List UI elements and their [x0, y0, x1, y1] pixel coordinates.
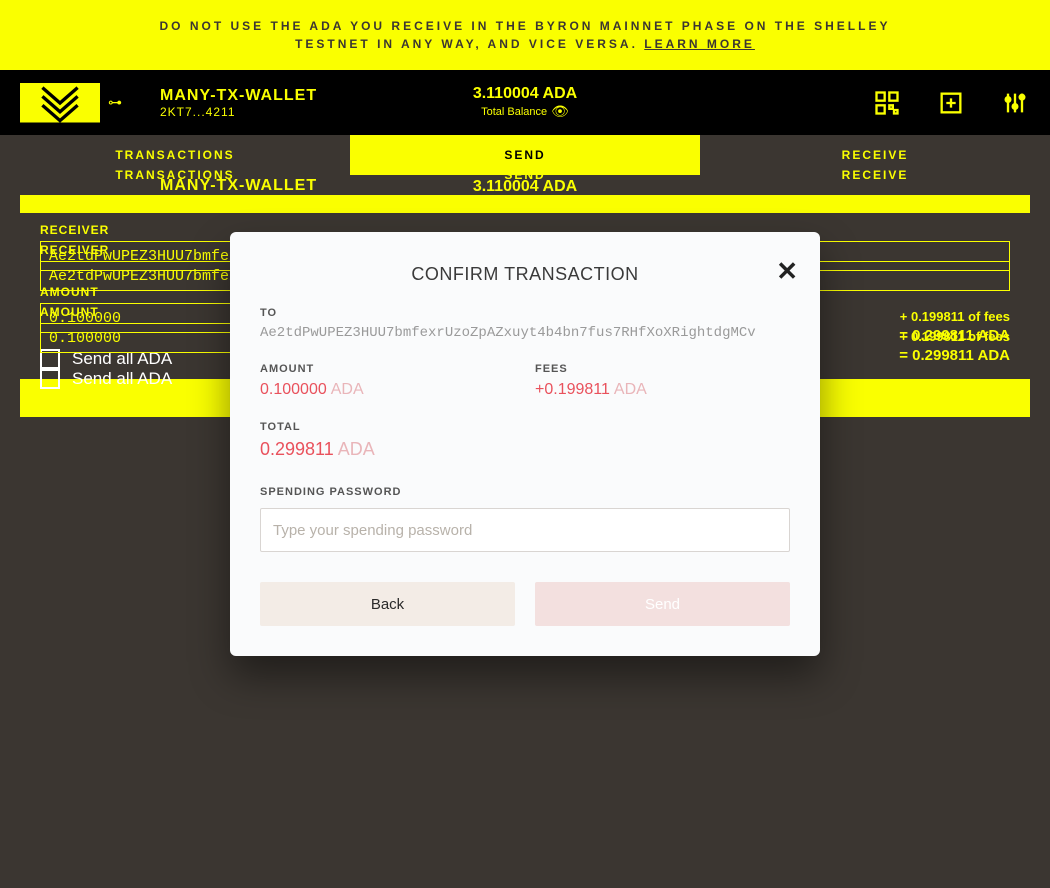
to-label: TO: [260, 307, 790, 319]
modal-amount-value: 0.100000ADA: [260, 381, 515, 399]
spending-password-label: SPENDING PASSWORD: [260, 486, 790, 498]
spending-password-input[interactable]: [260, 508, 790, 552]
modal-title: CONFIRM TRANSACTION: [260, 264, 790, 285]
modal-total-value: 0.299811ADA: [260, 439, 790, 460]
modal-overlay: ✕ CONFIRM TRANSACTION TO Ae2tdPwUPEZ3HUU…: [0, 0, 1050, 888]
close-icon[interactable]: ✕: [776, 256, 798, 287]
modal-fees-value: +0.199811ADA: [535, 381, 790, 399]
send-button[interactable]: Send: [535, 582, 790, 626]
back-button[interactable]: Back: [260, 582, 515, 626]
confirm-transaction-modal: ✕ CONFIRM TRANSACTION TO Ae2tdPwUPEZ3HUU…: [230, 232, 820, 656]
to-address: Ae2tdPwUPEZ3HUU7bmfexrUzoZpAZxuyt4b4bn7f…: [260, 325, 790, 341]
modal-fees-label: FEES: [535, 363, 790, 375]
modal-amount-label: AMOUNT: [260, 363, 515, 375]
modal-total-label: TOTAL: [260, 421, 790, 433]
